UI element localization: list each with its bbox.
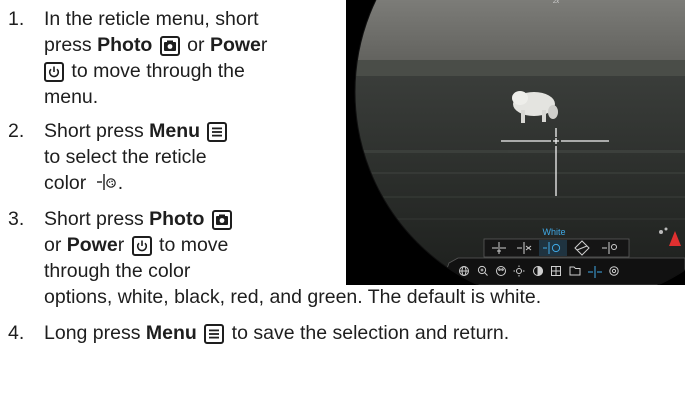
step-4: 4. Long press Menu to save the selection…	[8, 320, 685, 350]
step-line: menu.	[44, 86, 99, 108]
power-icon	[44, 62, 64, 82]
menu-label: Menu	[149, 120, 201, 142]
photo-label: Photo	[149, 208, 205, 230]
menu-icon	[207, 122, 228, 142]
main-menu-bar	[440, 257, 685, 285]
power-label: Powe	[66, 234, 118, 256]
menu-icon	[204, 324, 225, 344]
step-line: Long press Menu to save the selection an…	[44, 322, 510, 344]
zoom-readout: 2x	[553, 0, 559, 5]
step-1: 1. In the reticle menu, short press Phot…	[8, 6, 338, 110]
camera-icon	[159, 36, 180, 56]
step-line: to move through the	[44, 58, 245, 84]
step-number: 1.	[8, 8, 25, 30]
step-line: options, white, black, red, and green. T…	[44, 286, 542, 308]
step-line: Short press Photo	[44, 206, 234, 232]
step-line: color .	[44, 170, 123, 199]
reticle-selector-bar	[483, 238, 630, 258]
photo-label: Photo	[97, 34, 153, 56]
power-label: Powe	[209, 34, 261, 56]
step-line: to select the reticle	[44, 146, 207, 168]
power-icon	[131, 236, 152, 256]
reticle-color-label: White	[542, 227, 565, 237]
step-number: 3.	[8, 208, 25, 230]
step-line: Short press Menu	[44, 118, 229, 144]
step-number: 4.	[8, 322, 25, 344]
reticle-color-icon	[96, 172, 118, 199]
scope-view: 2x White	[346, 0, 685, 285]
camera-icon	[211, 210, 232, 230]
step-line: press Photo or Power	[44, 34, 268, 56]
step-2: 2. Short press Menu to select the reticl…	[8, 118, 338, 198]
step-number: 2.	[8, 120, 25, 142]
step-line: In the reticle menu, short	[44, 8, 259, 30]
menu-label: Menu	[145, 322, 197, 344]
thermal-scope-screen: 2x White	[346, 0, 685, 285]
step-line: or Power to move	[44, 234, 229, 256]
step-line: through the color	[44, 260, 191, 282]
